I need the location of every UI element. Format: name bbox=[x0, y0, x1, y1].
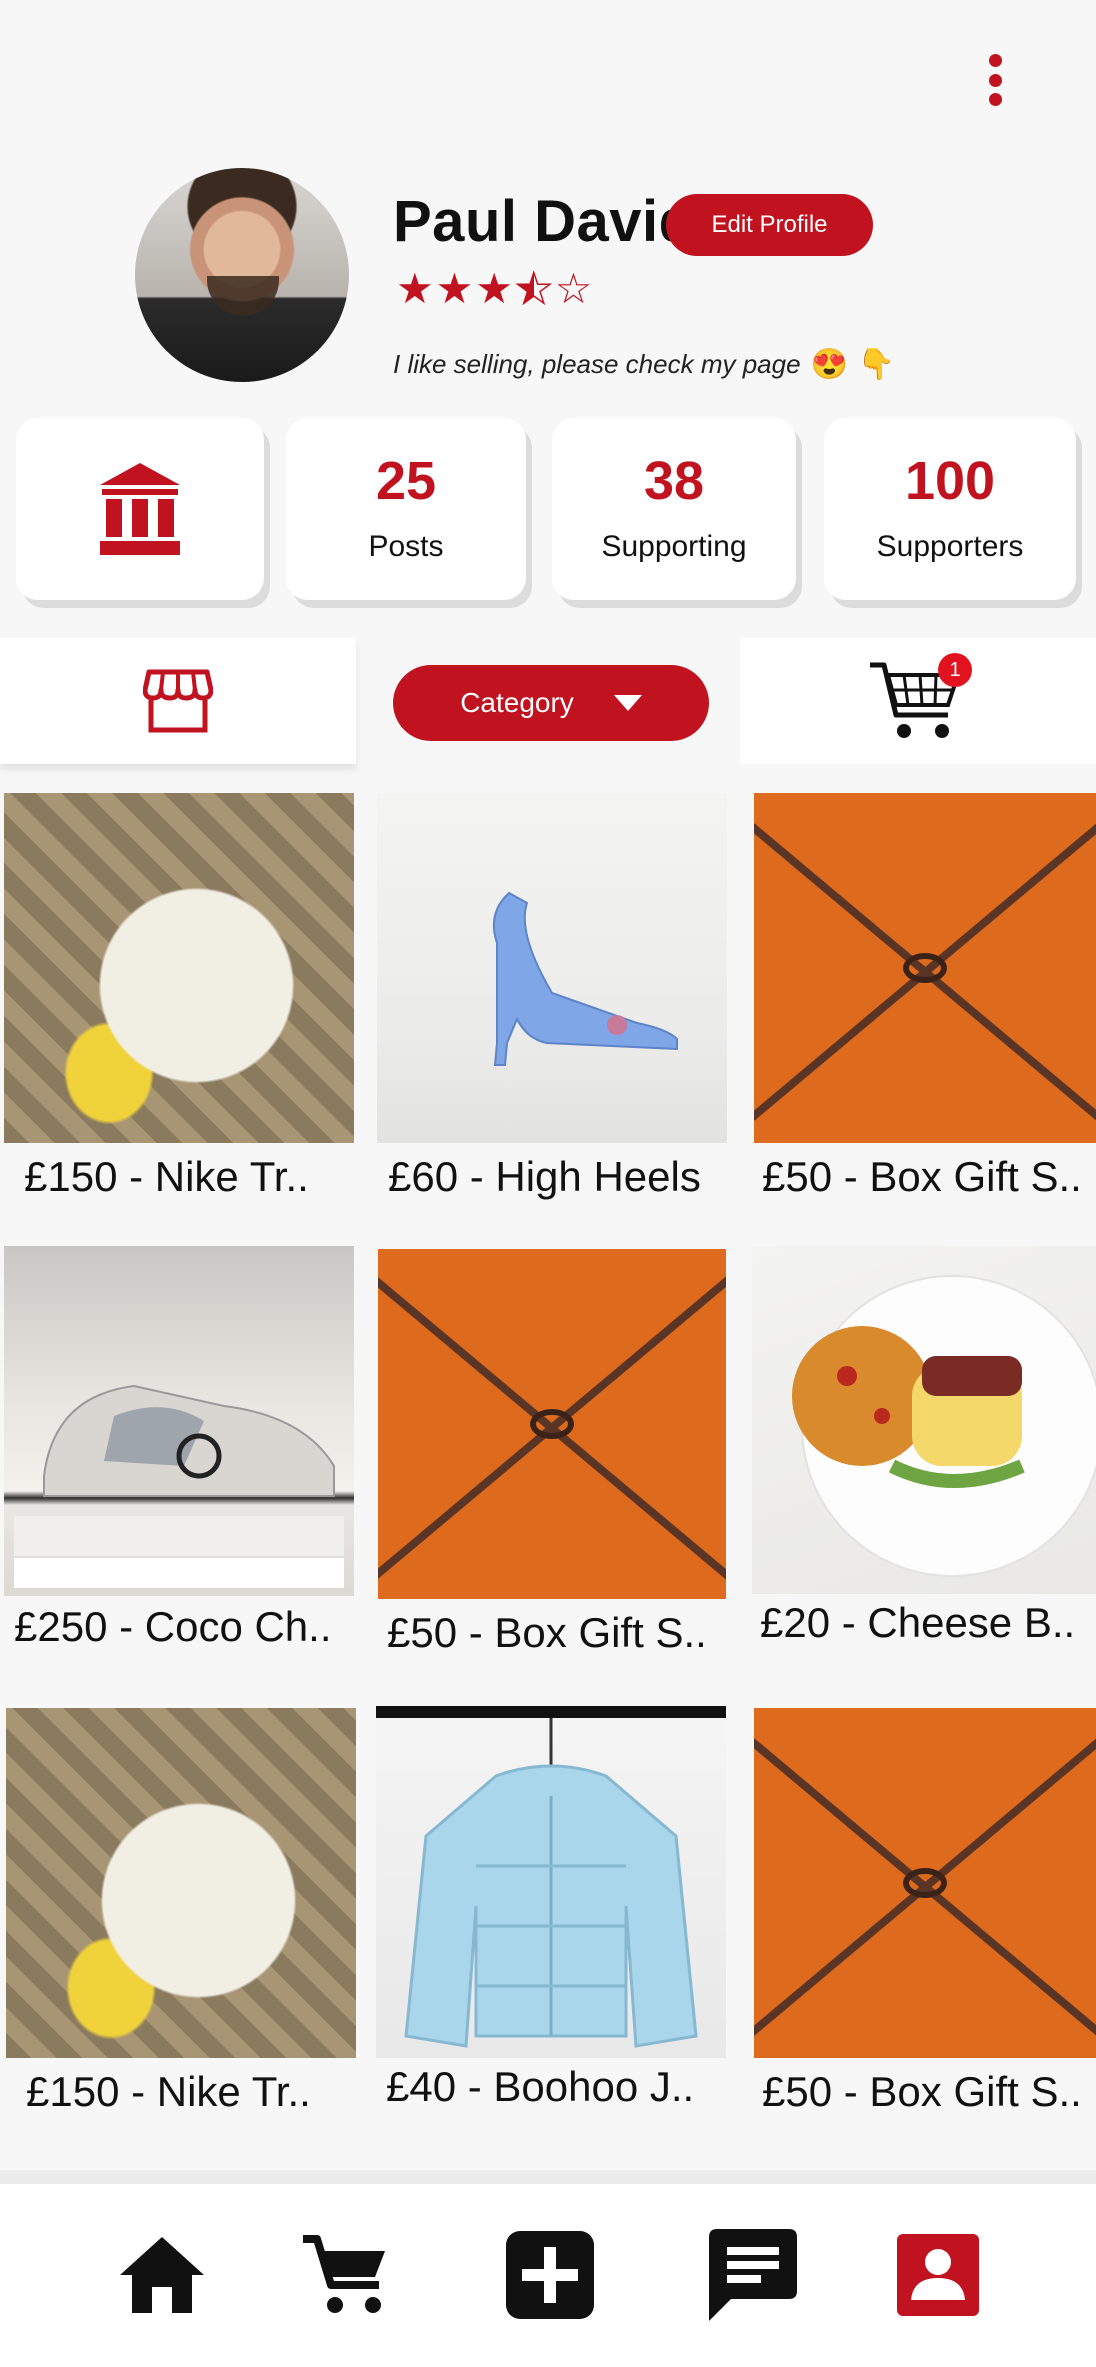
sneaker-icon bbox=[14, 1384, 344, 1588]
heel-shoe-icon bbox=[493, 891, 678, 1066]
profile-icon[interactable] bbox=[893, 2230, 983, 2320]
stat-label: Supporters bbox=[876, 530, 1024, 563]
product-image-gift-box[interactable] bbox=[378, 1249, 726, 1599]
star-half-icon: ★ bbox=[514, 265, 553, 312]
jacket-icon bbox=[376, 1706, 726, 2048]
product-image-heels[interactable] bbox=[377, 793, 727, 1143]
edit-profile-button[interactable]: Edit Profile bbox=[666, 194, 873, 256]
stat-label: Supporting bbox=[601, 530, 747, 563]
bio-text: I like selling, please check my page bbox=[393, 349, 801, 379]
stat-value: 38 bbox=[643, 451, 705, 511]
category-dropdown[interactable]: Category bbox=[393, 665, 709, 741]
stat-supporting[interactable]: 38 Supporting bbox=[552, 418, 796, 600]
profile-name: Paul David bbox=[393, 189, 695, 254]
stat-posts[interactable]: 25 Posts bbox=[286, 418, 526, 600]
product-image-sneaker[interactable] bbox=[4, 793, 354, 1143]
product-label[interactable]: £250 - Coco Ch.. bbox=[14, 1603, 332, 1651]
bank-card[interactable] bbox=[16, 418, 264, 600]
shop-tab[interactable] bbox=[0, 638, 356, 764]
product-label[interactable]: £150 - Nike Tr.. bbox=[26, 2068, 311, 2116]
product-label[interactable]: £60 - High Heels bbox=[388, 1153, 701, 1201]
more-options-icon[interactable] bbox=[975, 50, 1015, 110]
cart-button[interactable]: 1 bbox=[740, 638, 1096, 764]
star-full-icon: ★ bbox=[435, 265, 474, 312]
storefront-icon bbox=[143, 669, 213, 733]
dropdown-arrow-icon bbox=[613, 695, 642, 711]
cart-count-badge: 1 bbox=[938, 653, 972, 687]
category-label: Category bbox=[460, 687, 574, 718]
stat-value: 25 bbox=[375, 451, 437, 511]
product-image-burger[interactable] bbox=[752, 1246, 1096, 1594]
bank-icon bbox=[100, 463, 180, 555]
shopping-cart-icon[interactable] bbox=[300, 2230, 390, 2320]
star-full-icon: ★ bbox=[475, 265, 513, 312]
heart-eyes-emoji-icon: 😍 bbox=[810, 348, 848, 381]
product-label[interactable]: £50 - Box Gift S.. bbox=[762, 2068, 1082, 2116]
product-label[interactable]: £20 - Cheese B.. bbox=[760, 1599, 1075, 1647]
product-image-coco-sneaker[interactable] bbox=[4, 1246, 354, 1596]
rating-stars: ★ ★ ★ ★ ☆ bbox=[396, 265, 593, 312]
stat-supporters[interactable]: 100 Supporters bbox=[824, 418, 1076, 600]
stat-value: 100 bbox=[904, 451, 996, 511]
product-image-gift-box[interactable] bbox=[754, 793, 1096, 1143]
pointing-down-emoji-icon: 👇 bbox=[857, 348, 896, 381]
star-full-icon: ★ bbox=[396, 265, 434, 312]
product-image-sneaker[interactable] bbox=[6, 1708, 356, 2058]
home-icon[interactable] bbox=[117, 2230, 207, 2320]
product-image-gift-box[interactable] bbox=[754, 1708, 1096, 2058]
avatar bbox=[135, 168, 349, 382]
burger-icon bbox=[792, 1275, 1096, 1577]
product-label[interactable]: £40 - Boohoo J.. bbox=[386, 2063, 694, 2111]
profile-bio: I like selling, please check my page 😍 👇 bbox=[393, 347, 895, 382]
product-label[interactable]: £50 - Box Gift S.. bbox=[387, 1609, 707, 1657]
product-image-puffer-jacket[interactable] bbox=[376, 1706, 726, 2058]
product-label[interactable]: £150 - Nike Tr.. bbox=[24, 1153, 309, 1201]
product-label[interactable]: £50 - Box Gift S.. bbox=[762, 1153, 1082, 1201]
star-empty-icon: ☆ bbox=[554, 265, 593, 312]
add-post-icon[interactable] bbox=[505, 2230, 595, 2320]
stat-label: Posts bbox=[368, 530, 444, 563]
chat-icon[interactable] bbox=[708, 2229, 798, 2321]
